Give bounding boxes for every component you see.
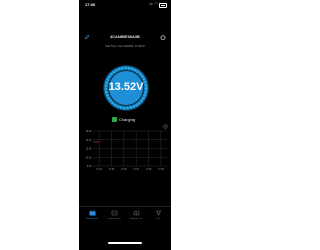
tab-label: Cranking Test [107, 218, 121, 220]
x-tick-label: 17:07 [133, 169, 139, 171]
status-time: 17:06 [85, 2, 96, 7]
x-tick-label: 17:05 [109, 169, 115, 171]
y-tick-label: 12.00 [86, 148, 93, 151]
x-tick-label: 17:08 [146, 169, 152, 171]
tab-label: Charging Test [129, 218, 143, 220]
bottom-tab-bar: Battery Test Cranking Test Charging Test… [79, 206, 171, 227]
x-tick-label: 17:04 [96, 169, 102, 171]
tab-cranking-test[interactable]: Cranking Test [104, 209, 124, 223]
battery-status-icon [159, 3, 167, 8]
voltage-value: 13.52V [108, 81, 144, 93]
trip-icon [156, 210, 161, 216]
y-tick-label: 8.00 [87, 165, 92, 168]
tab-label: Trip [156, 218, 160, 220]
status-icons: ▪▪ ◠ [149, 2, 158, 6]
phone-screen: 17:06 ▪▪ ◠ 4C2A8BE06A3B Test Time : Dec … [79, 0, 171, 250]
home-indicator [108, 242, 142, 244]
charging-icon [133, 211, 140, 216]
charging-indicator-icon [112, 116, 117, 122]
charging-label: Charging [119, 116, 136, 122]
y-tick-label: 10.00 [86, 156, 93, 159]
x-tick-label: 17:06 [121, 169, 127, 171]
tab-label: Battery Test [86, 218, 98, 220]
x-tick-label: 17:09 [158, 169, 164, 171]
y-tick-label: 16.00 [86, 130, 93, 133]
tab-trip[interactable]: Trip [148, 209, 168, 223]
test-time-label: Test Time : Dec 04/2023, 17:09:10 [105, 45, 145, 48]
status-bar: 17:06 ▪▪ ◠ [79, 0, 171, 10]
voltage-chart: 16.00 14.00 12.00 10.00 8.00 17:04 17:05 17:06 1… [86, 130, 167, 171]
tab-battery-test[interactable]: Battery Test [82, 209, 102, 223]
charging-status: Charging [112, 116, 138, 122]
tab-charging-test[interactable]: Charging Test [126, 209, 146, 223]
device-title: 4C2A8BE06A3B [110, 35, 140, 39]
power-icon[interactable] [160, 34, 166, 40]
y-tick-label: 14.00 [86, 139, 93, 142]
cranking-icon [111, 210, 118, 216]
battery-icon [89, 210, 96, 216]
